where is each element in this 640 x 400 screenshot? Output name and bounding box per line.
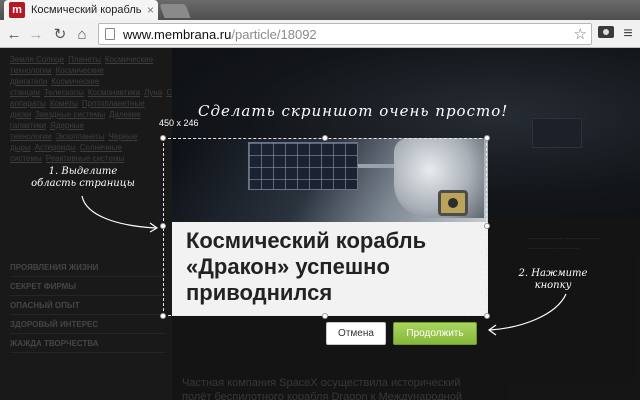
cancel-button[interactable]: Отмена [326,322,386,345]
resize-handle[interactable] [484,223,490,229]
menu-icon[interactable]: ≡ [620,24,636,44]
camera-extension-icon[interactable] [598,26,614,38]
step1-annotation: 1. Выделите область страницы [31,166,135,189]
tab-strip: m Космический корабль «Д × [0,0,640,20]
back-arrow-icon[interactable]: ← [4,24,24,44]
address-bar[interactable]: www.membrana.ru/particle/18092 ☆ [98,23,592,45]
tab-active[interactable]: m Космический корабль «Д × [4,0,158,20]
bookmark-star-icon[interactable]: ☆ [574,25,587,43]
selection-rectangle[interactable] [160,135,490,319]
resize-handle[interactable] [160,135,166,141]
home-icon[interactable]: ⌂ [72,24,92,44]
step2-annotation: 2. Нажмите кнопку [518,268,588,291]
page-icon [105,28,115,40]
resize-handle[interactable] [322,313,328,319]
tab-title: Космический корабль «Д [31,4,143,16]
tab-close-icon[interactable]: × [147,3,154,17]
resize-handle[interactable] [322,135,328,141]
browser-toolbar: ← → ↻ ⌂ www.membrana.ru/particle/18092 ☆… [0,20,640,48]
resize-handle[interactable] [484,313,490,319]
continue-button[interactable]: Продолжить [393,322,477,345]
url-host: www.membrana.ru [123,26,232,42]
resize-handle[interactable] [160,223,166,229]
resize-handle[interactable] [160,313,166,319]
reload-icon[interactable]: ↻ [50,24,70,44]
instruction-title: Сделать скриншот очень просто! [198,102,509,120]
site-favicon-icon: m [9,2,25,18]
new-tab-button[interactable] [159,4,191,18]
url-path: /particle/18092 [231,26,317,42]
selection-dimensions: 450 x 246 [159,118,199,128]
forward-arrow-icon[interactable]: → [26,24,46,44]
resize-handle[interactable] [484,135,490,141]
